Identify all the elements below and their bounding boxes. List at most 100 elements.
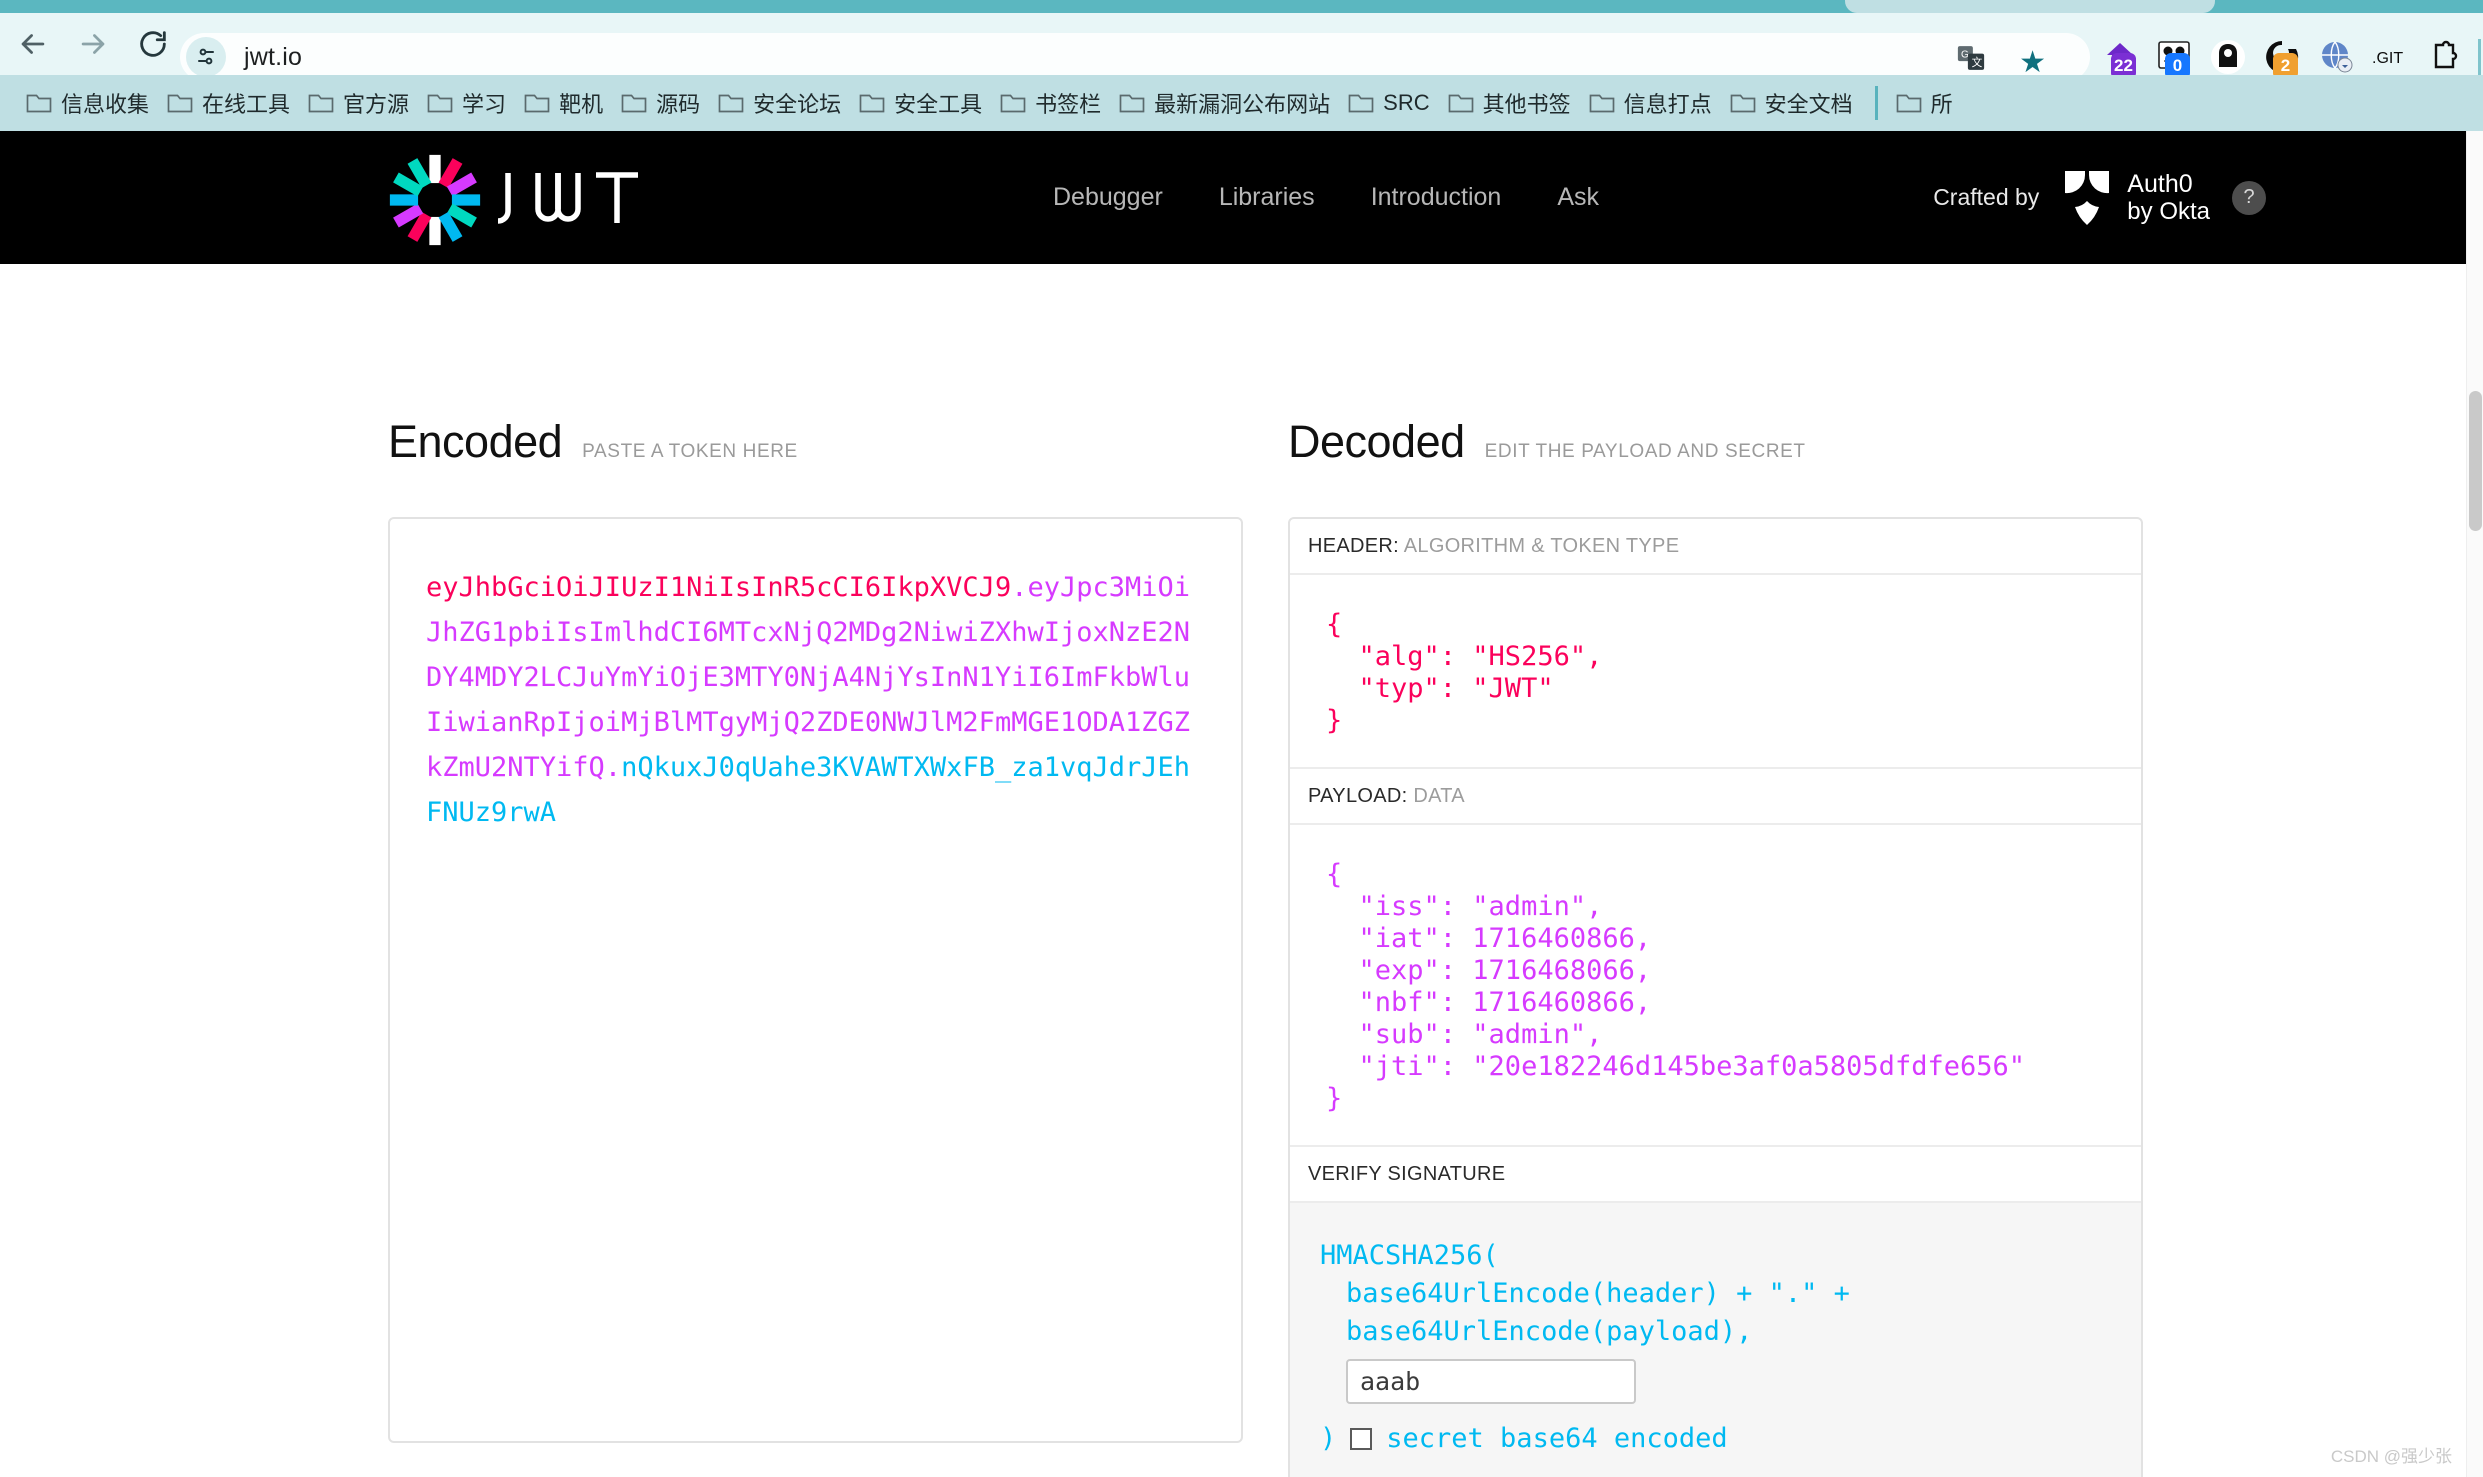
encoded-column: Encoded PASTE A TOKEN HERE eyJhbGciOiJIU… (388, 264, 1243, 1443)
tab-strip-empty-area (1845, 0, 2215, 13)
decoded-header: Decoded EDIT THE PAYLOAD AND SECRET (1288, 264, 2143, 468)
auth0-sub: by Okta (2127, 197, 2210, 225)
encoded-header: Encoded PASTE A TOKEN HERE (388, 264, 1243, 468)
nav-item-libraries[interactable]: Libraries (1191, 183, 1343, 212)
auth0-name: Auth0 (2127, 170, 2193, 198)
header-json-editor[interactable]: { "alg": "HS256", "typ": "JWT" } (1290, 575, 2141, 767)
active-tab[interactable] (0, 0, 1845, 13)
nav-item-debugger[interactable]: Debugger (1025, 183, 1191, 212)
signature-status-text: Signature Verified (446, 1472, 770, 1477)
bookmark-item[interactable]: 信息打点 (1589, 87, 1712, 119)
crafted-by-label: Crafted by (1933, 184, 2040, 210)
site-logo[interactable] (388, 153, 648, 247)
bookmark-label: 信息打点 (1623, 92, 1712, 117)
folder-icon (26, 92, 52, 114)
svg-text:G: G (1961, 50, 1969, 61)
header-label: HEADER: (1308, 535, 1400, 557)
bookmark-item[interactable]: 学习 (427, 87, 506, 119)
bookmark-item[interactable]: 在线工具 (167, 87, 290, 119)
back-button[interactable] (6, 17, 60, 71)
folder-icon (1730, 92, 1756, 114)
svg-text:文: 文 (1972, 56, 1983, 69)
site-settings-icon[interactable] (186, 37, 226, 77)
git-extension-button[interactable]: .GIT (2370, 37, 2410, 77)
header-section-label: HEADER: ALGORITHM & TOKEN TYPE (1290, 519, 2141, 575)
bookmark-label: SRC (1383, 90, 1430, 115)
bookmark-item[interactable]: 信息收集 (26, 87, 149, 119)
page-scrollbar-thumb[interactable] (2469, 391, 2482, 531)
watermark: CSDN @强少张 (2330, 1447, 2452, 1466)
url-text[interactable]: jwt.io (244, 43, 302, 72)
signature-status: Signature Verified (388, 1472, 770, 1477)
header-label-muted: ALGORITHM & TOKEN TYPE (1403, 535, 1680, 557)
folder-icon (1589, 92, 1615, 114)
close-paren: ) (1320, 1423, 1337, 1454)
bookmark-item[interactable]: 安全论坛 (718, 87, 841, 119)
base64-encoded-row: ) secret base64 encoded (1320, 1420, 2111, 1458)
auth0-logo[interactable]: Auth0 by Okta (2061, 167, 2210, 229)
bookmark-item[interactable]: SRC (1348, 90, 1430, 116)
page-title-encoded: Encoded (388, 416, 563, 467)
nav-item-introduction[interactable]: Introduction (1343, 183, 1530, 212)
jwt-logo-icon (388, 153, 482, 247)
base64-header-line: base64UrlEncode(header) + "." + (1346, 1278, 1850, 1309)
folder-icon (621, 92, 647, 114)
bookmark-item[interactable]: 官方源 (308, 87, 409, 119)
folder-icon (1448, 92, 1474, 114)
base64-payload-line: base64UrlEncode(payload), (1346, 1316, 1753, 1347)
bookmark-label: 书签栏 (1035, 92, 1102, 117)
folder-icon (167, 92, 193, 114)
reload-button[interactable] (126, 17, 180, 71)
svg-text:.GIT: .GIT (2372, 50, 2403, 67)
page-content: Debugger Libraries Introduction Ask Crafted… (0, 131, 2466, 1477)
token-header-part: eyJhbGciOiJIUzI1NiIsInR5cCI6IkpXVCJ9 (426, 572, 1012, 603)
forward-button[interactable] (66, 17, 120, 71)
forward-arrow-icon (76, 27, 110, 61)
encoded-token-input[interactable]: eyJhbGciOiJIUzI1NiIsInR5cCI6IkpXVCJ9.eyJ… (388, 517, 1243, 1443)
bookmarks-divider (1874, 86, 1878, 120)
folder-icon (308, 92, 334, 114)
bookmark-item[interactable]: 其他书签 (1448, 87, 1571, 119)
puzzle-extension-button[interactable] (2424, 37, 2464, 77)
verify-section-label: VERIFY SIGNATURE (1290, 1145, 2141, 1203)
bookmark-item[interactable]: 源码 (621, 87, 700, 119)
bookmark-item[interactable]: 靶机 (524, 87, 603, 119)
folder-icon (1000, 92, 1026, 114)
hacker-extension-button[interactable] (2208, 37, 2248, 77)
folder-icon (427, 92, 453, 114)
folder-icon (1348, 92, 1374, 114)
translate-icon[interactable]: G 文 (1956, 43, 1986, 78)
secret-input[interactable] (1346, 1359, 1636, 1404)
clockwork-extension-button[interactable]: 2 (2262, 37, 2302, 79)
bookmark-item[interactable]: 安全工具 (859, 87, 982, 119)
bookmark-item[interactable]: 安全文档 (1730, 87, 1853, 119)
payload-label: PAYLOAD: (1308, 785, 1408, 807)
bookmark-label: 靶机 (559, 92, 604, 117)
folder-icon (1896, 92, 1922, 114)
help-icon[interactable]: ? (2232, 180, 2266, 215)
token-text[interactable]: eyJhbGciOiJIUzI1NiIsInR5cCI6IkpXVCJ9.eyJ… (426, 565, 1205, 835)
bookmark-item[interactable]: 书签栏 (1000, 87, 1101, 119)
main-nav: Debugger Libraries Introduction Ask (1025, 131, 1627, 264)
tab-strip (0, 0, 2483, 13)
address-bar[interactable]: jwt.io G 文 ★ (180, 33, 2090, 81)
bookmarks-bar: 信息收集 在线工具 官方源 学习 靶机 源码 安全论坛 安全工具 书签栏 最新漏… (0, 75, 2483, 131)
folder-icon (859, 92, 885, 114)
bookmark-label: 官方源 (343, 92, 410, 117)
crafted-by-auth0: Crafted by Auth0 by Okta ? (1933, 131, 2266, 264)
secret-base64-checkbox[interactable] (1350, 1428, 1373, 1450)
bookmark-label: 源码 (656, 92, 701, 117)
payload-label-muted: DATA (1413, 785, 1465, 807)
reload-icon (136, 27, 170, 61)
globe-extension-button[interactable] (2316, 37, 2356, 77)
bookmark-item[interactable]: 最新漏洞公布网站 (1119, 87, 1330, 119)
panda-extension-button[interactable]: 0 (2154, 37, 2194, 79)
back-arrow-icon (16, 27, 50, 61)
purple-extension-button[interactable]: 22 (2100, 37, 2140, 79)
decoded-subtitle: EDIT THE PAYLOAD AND SECRET (1484, 441, 1806, 462)
payload-json-editor[interactable]: { "iss": "admin", "iat": 1716460866, "ex… (1290, 825, 2141, 1145)
bookmark-item[interactable]: 所 (1896, 87, 1953, 119)
page-scrollbar[interactable] (2466, 131, 2483, 1477)
nav-item-ask[interactable]: Ask (1529, 183, 1627, 212)
browser-toolbar: jwt.io G 文 ★ 22 0 2 .GIT (0, 13, 2483, 81)
